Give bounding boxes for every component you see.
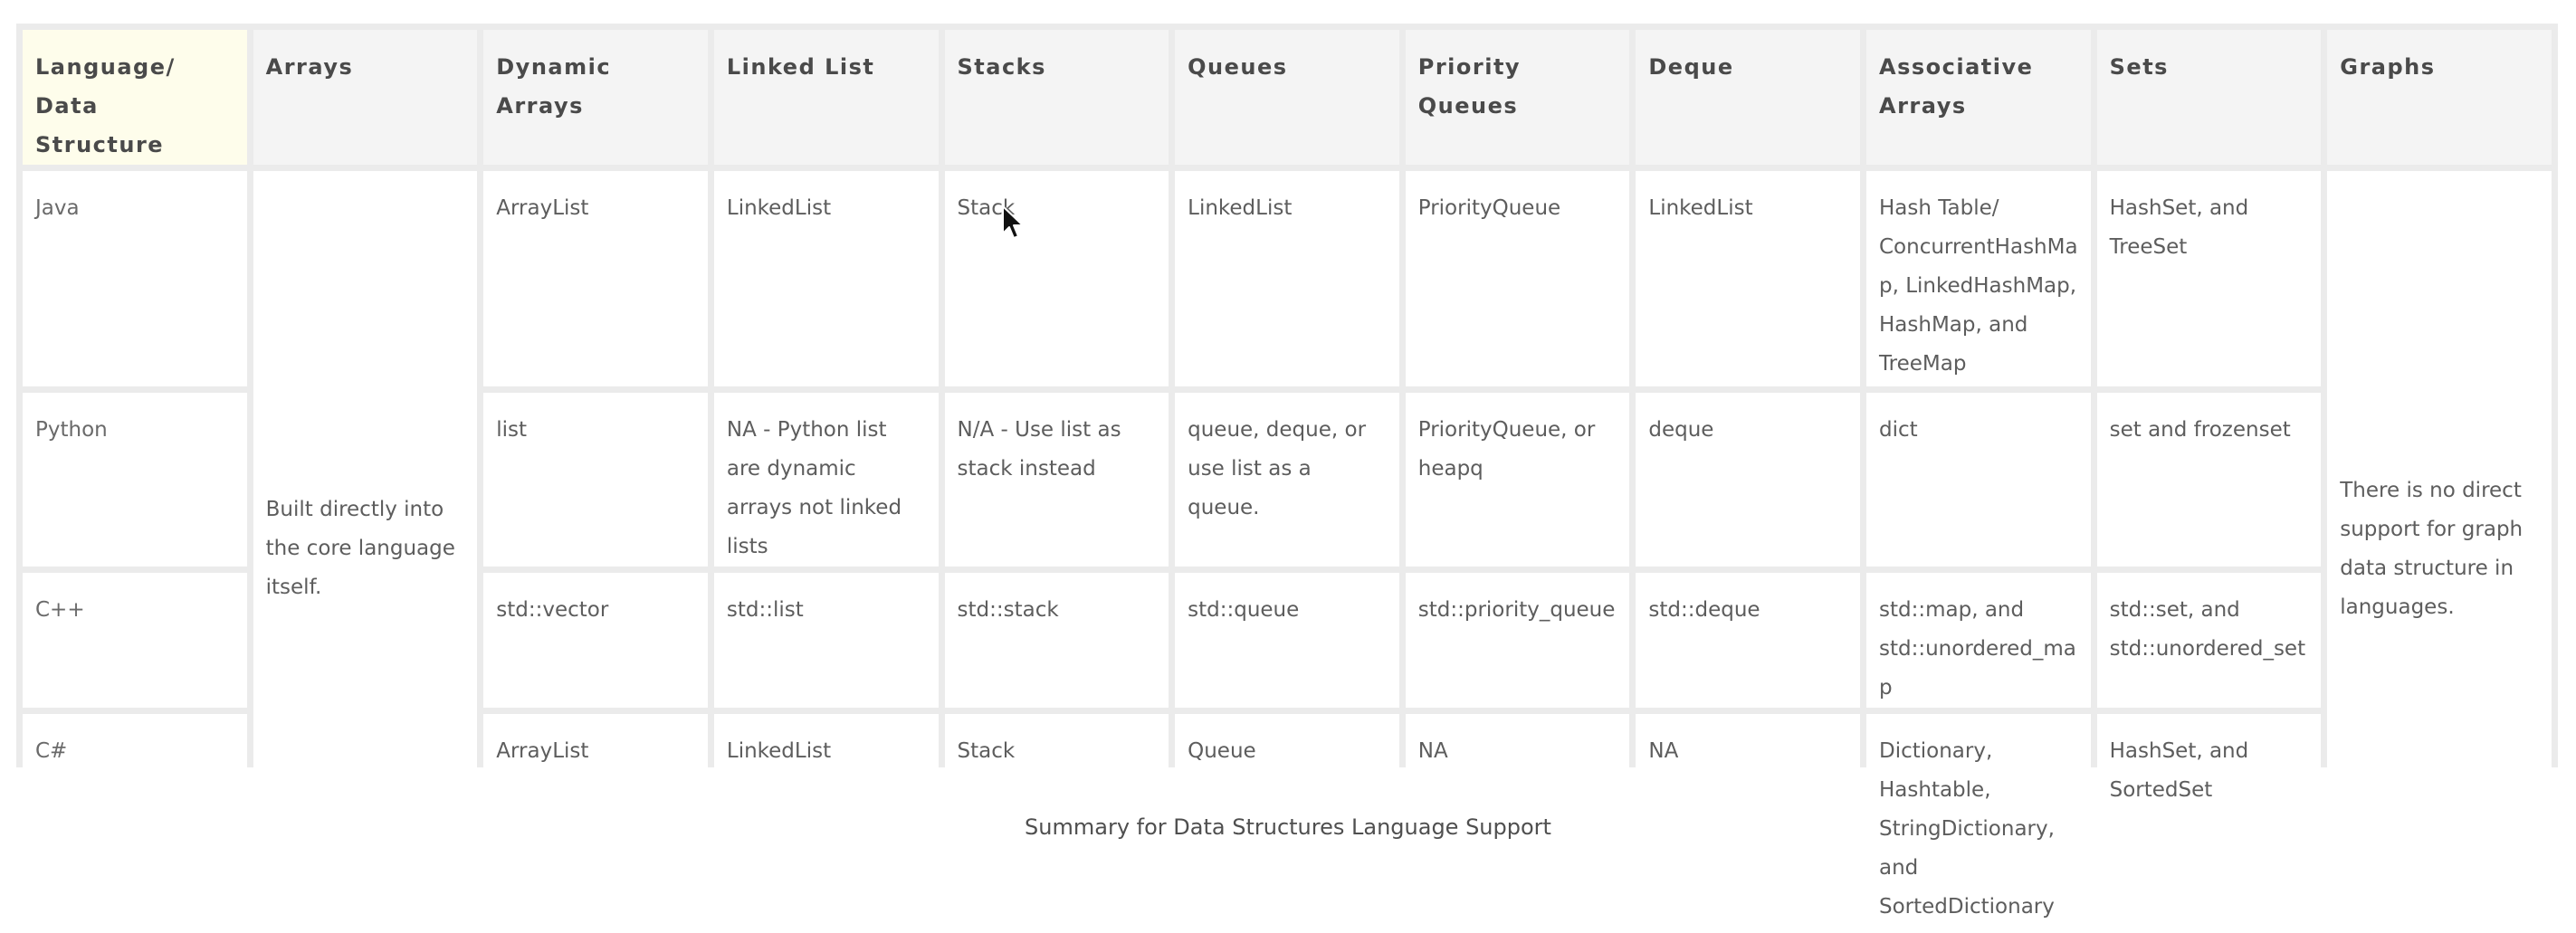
data-structures-table-container: Language/ Data Structure Arrays Dynamic … — [16, 24, 2558, 927]
cell-associative-arrays: std::map, and std::unordered_map — [1866, 573, 2091, 708]
cell-language: C++ — [23, 573, 247, 708]
cell-arrays-note: Built directly into the core language it… — [253, 171, 478, 927]
table-caption: Summary for Data Structures Language Sup… — [1025, 814, 1551, 840]
cell-linked-list: LinkedList — [713, 171, 939, 386]
header-graphs: Graphs — [2327, 30, 2552, 165]
cell-graphs-note: There is no direct support for graph dat… — [2327, 171, 2552, 927]
header-language: Language/ Data Structure — [23, 30, 247, 165]
cell-linked-list: NA - Python list are dynamic arrays not … — [713, 393, 939, 566]
header-sets: Sets — [2096, 30, 2322, 165]
cell-priority-queues: PriorityQueue, or heapq — [1405, 393, 1630, 566]
header-queues: Queues — [1175, 30, 1399, 165]
cell-deque: deque — [1636, 393, 1860, 566]
cell-dynamic-arrays: ArrayList — [483, 171, 708, 386]
cell-dynamic-arrays: list — [483, 393, 708, 566]
data-structures-table: Language/ Data Structure Arrays Dynamic … — [16, 24, 2558, 933]
cell-deque: std::deque — [1636, 573, 1860, 708]
cell-priority-queues: std::priority_queue — [1405, 573, 1630, 708]
header-deque: Deque — [1636, 30, 1860, 165]
table-row: Java Built directly into the core langua… — [23, 171, 2552, 927]
header-priority-queues: Priority Queues — [1405, 30, 1630, 165]
cell-priority-queues: PriorityQueue — [1405, 171, 1630, 386]
cell-sets: std::set, and std::unordered_set — [2096, 573, 2322, 708]
cell-queues: queue, deque, or use list as a queue. — [1175, 393, 1399, 566]
cell-linked-list: std::list — [713, 573, 939, 708]
cell-associative-arrays: dict — [1866, 393, 2091, 566]
cell-stacks: std::stack — [944, 573, 1169, 708]
cell-stacks: Stack — [944, 171, 1169, 386]
cell-language: Python — [23, 393, 247, 566]
header-linked-list: Linked List — [713, 30, 939, 165]
header-arrays: Arrays — [253, 30, 478, 165]
cell-stacks: N/A - Use list as stack instead — [944, 393, 1169, 566]
cell-queues: std::queue — [1175, 573, 1399, 708]
cell-language: Java — [23, 171, 247, 386]
table-header-row: Language/ Data Structure Arrays Dynamic … — [23, 30, 2552, 165]
cell-dynamic-arrays: std::vector — [483, 573, 708, 708]
mouse-pointer-icon — [1002, 205, 1024, 239]
header-associative-arrays: Associative Arrays — [1866, 30, 2091, 165]
header-stacks: Stacks — [944, 30, 1169, 165]
cell-associative-arrays: Hash Table/ ConcurrentHashMap, LinkedHas… — [1866, 171, 2091, 386]
cell-deque: LinkedList — [1636, 171, 1860, 386]
cell-queues: LinkedList — [1175, 171, 1399, 386]
cell-sets: set and frozenset — [2096, 393, 2322, 566]
cell-sets: HashSet, and TreeSet — [2096, 171, 2322, 386]
header-dynamic-arrays: Dynamic Arrays — [483, 30, 708, 165]
